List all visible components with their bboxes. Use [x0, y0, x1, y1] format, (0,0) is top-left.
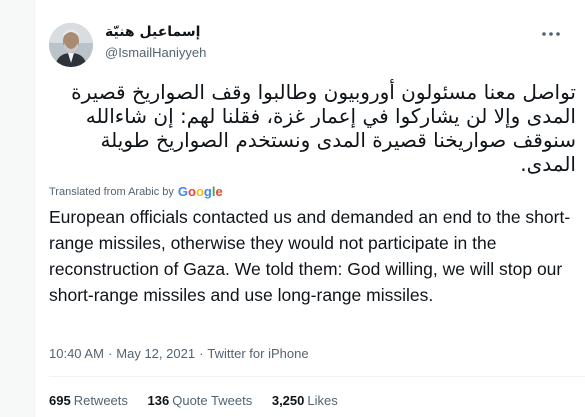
quote-tweets-stat[interactable]: 136 Quote Tweets [148, 393, 253, 408]
author-handle[interactable]: @IsmailHaniyyeh [105, 45, 206, 60]
separator: · [107, 346, 113, 361]
likes-stat[interactable]: 3,250 Likes [272, 393, 338, 408]
translation-prefix: Translated from Arabic [49, 185, 160, 198]
retweets-count: 695 [49, 393, 71, 408]
tweet-source-link[interactable]: Twitter for iPhone [207, 346, 308, 361]
separator: · [199, 346, 204, 361]
google-letter: g [203, 184, 212, 199]
likes-label: Likes [307, 393, 338, 408]
tweet-stats: 695 Retweets 136 Quote Tweets 3,250 Likes [49, 393, 354, 408]
likes-count: 3,250 [271, 393, 305, 408]
tweet-timestamp: 10:40 AM · May 12, 2021 · Twitter for iPhone [49, 346, 309, 361]
author-display-name[interactable]: إسماعيل هنيّة [105, 24, 200, 40]
timeline-left-gutter [0, 0, 34, 417]
translation-by: by [162, 185, 174, 198]
avatar[interactable] [49, 23, 93, 67]
more-horizontal-icon [542, 32, 560, 36]
quote-tweets-count: 136 [147, 393, 170, 408]
divider [49, 376, 585, 377]
tweet-text-original: تواصل معنا مسئولون أوروبيون وطالبوا وقف … [71, 80, 576, 176]
tweet-date: May 12, 2021 [116, 346, 196, 361]
tweet-card: إسماعيل هنيّة @IsmailHaniyyeh تواصل معنا… [34, 0, 585, 417]
translation-attribution: Translated from Arabic by Google [49, 184, 223, 199]
tweet-time: 10:40 AM [49, 346, 104, 361]
tweet-text-translated: European officials contacted us and dema… [49, 207, 571, 305]
google-wordmark: Google [178, 184, 223, 199]
avatar-photo-icon [49, 23, 93, 67]
google-letter: o [188, 184, 196, 199]
retweets-label: Retweets [73, 393, 128, 408]
google-letter: e [215, 184, 223, 199]
quote-tweets-label: Quote Tweets [172, 393, 253, 408]
google-letter: o [195, 184, 204, 199]
tweet-time-link[interactable]: 10:40 AM · May 12, 2021 [49, 346, 195, 361]
google-letter: G [177, 184, 188, 199]
google-logo[interactable]: Google [178, 184, 223, 199]
more-options-button[interactable] [538, 25, 564, 43]
retweets-stat[interactable]: 695 Retweets [49, 393, 128, 408]
